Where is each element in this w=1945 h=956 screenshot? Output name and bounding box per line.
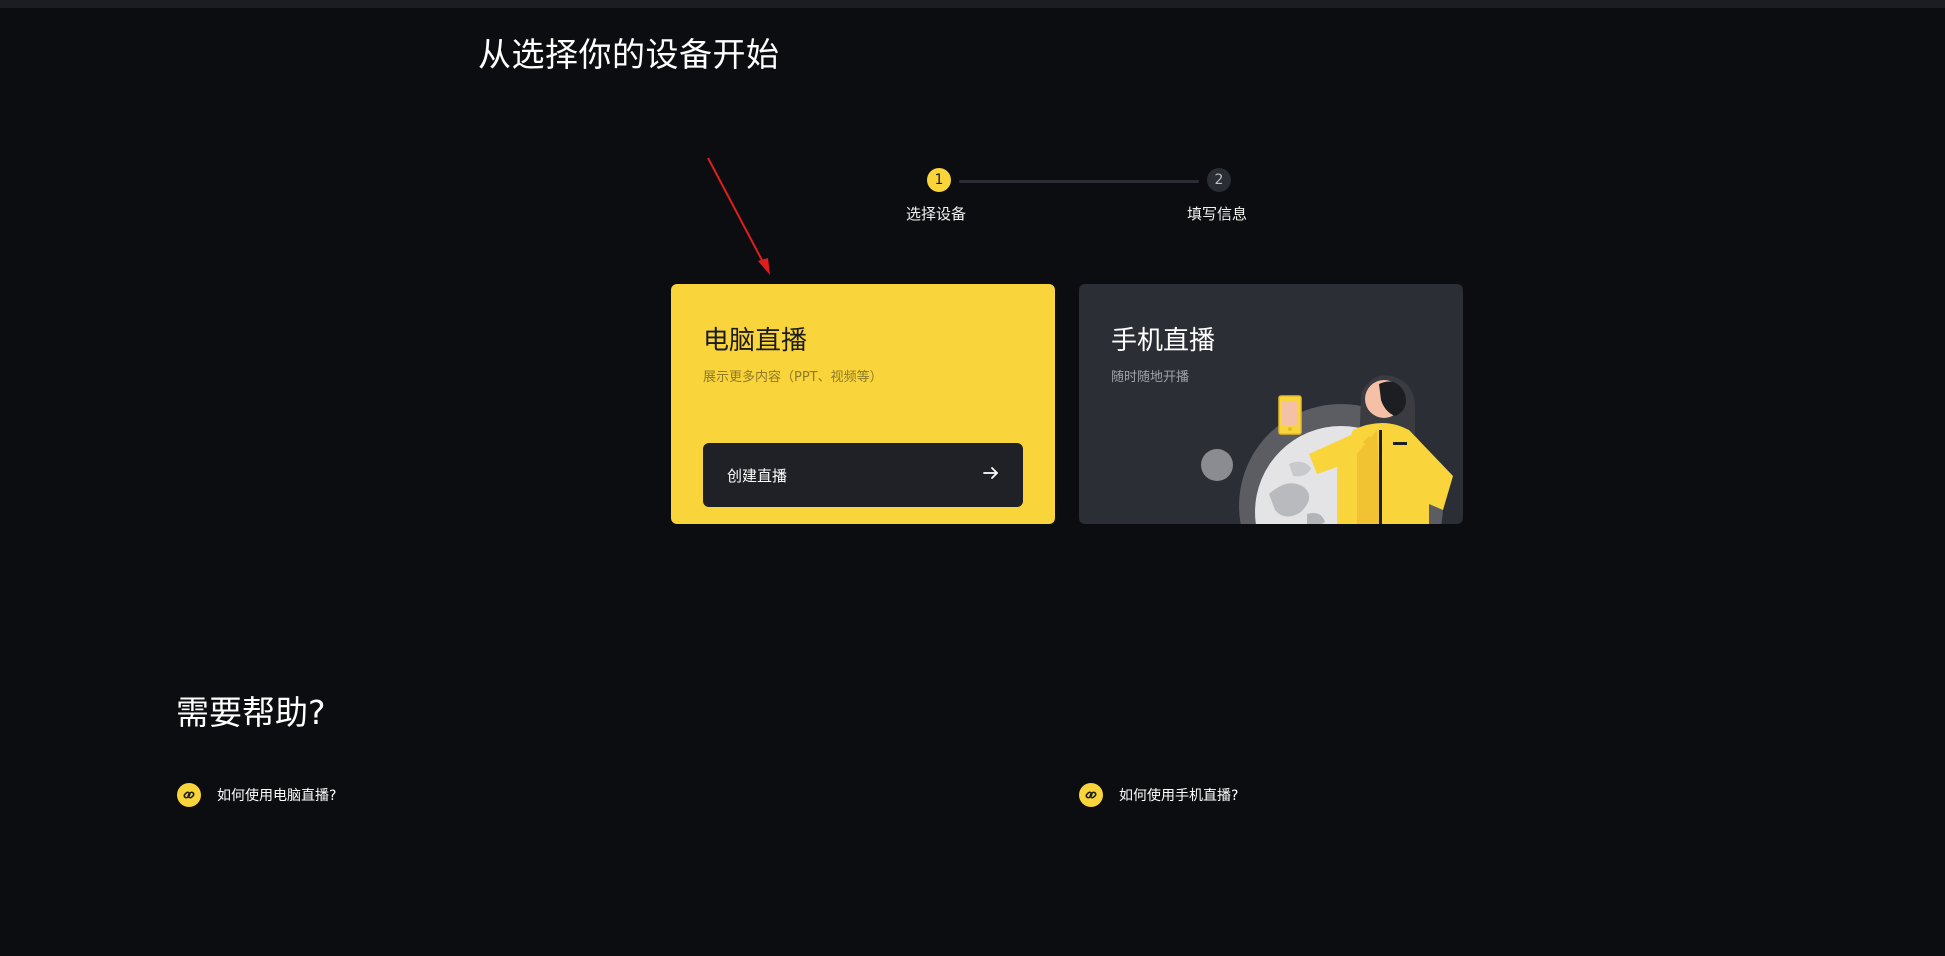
arrow-right-icon bbox=[983, 467, 998, 479]
mobile-card-title: 手机直播 bbox=[1111, 326, 1216, 356]
step-2-label: 填写信息 bbox=[1187, 205, 1248, 223]
help-link-mobile-label: 如何使用手机直播? bbox=[1119, 788, 1239, 804]
pc-live-card[interactable]: 电脑直播 展示更多内容（PPT、视频等） 创建直播 bbox=[671, 284, 1055, 524]
pc-card-title: 电脑直播 bbox=[703, 326, 808, 356]
create-live-button-label: 创建直播 bbox=[727, 467, 788, 485]
help-link-mobile-live[interactable]: 如何使用手机直播? bbox=[1079, 782, 1238, 808]
help-link-pc-label: 如何使用电脑直播? bbox=[217, 788, 337, 804]
help-link-pc-live[interactable]: 如何使用电脑直播? bbox=[177, 782, 336, 808]
mobile-live-card[interactable]: 手机直播 随时随地开播 bbox=[1079, 284, 1463, 524]
step-1-label: 选择设备 bbox=[906, 205, 967, 223]
mobile-card-description: 随时随地开播 bbox=[1111, 370, 1190, 385]
step-connector bbox=[959, 180, 1199, 183]
link-icon bbox=[1079, 783, 1103, 807]
help-section-title: 需要帮助? bbox=[176, 693, 326, 732]
pc-card-description: 展示更多内容（PPT、视频等） bbox=[703, 370, 883, 385]
page-title: 从选择你的设备开始 bbox=[478, 35, 780, 74]
annotation-arrow bbox=[707, 157, 770, 275]
step-1-indicator: 1 bbox=[927, 168, 951, 192]
top-bar bbox=[0, 0, 1945, 8]
link-icon bbox=[177, 783, 201, 807]
create-live-button[interactable]: 创建直播 bbox=[703, 443, 1023, 507]
step-2-indicator: 2 bbox=[1207, 168, 1231, 192]
